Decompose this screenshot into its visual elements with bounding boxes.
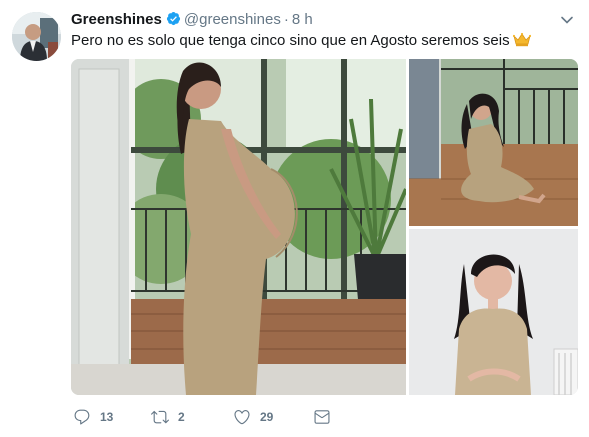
envelope-icon bbox=[314, 410, 330, 424]
author-handle[interactable]: @greenshines bbox=[184, 11, 281, 28]
tweet-timestamp[interactable]: 8 h bbox=[292, 11, 313, 28]
heart-icon bbox=[234, 410, 250, 425]
separator-dot: · bbox=[283, 11, 289, 28]
media-grid[interactable] bbox=[71, 59, 578, 395]
reply-button[interactable]: 13 bbox=[73, 405, 113, 429]
author-name[interactable]: Greenshines bbox=[71, 11, 162, 28]
photo-main[interactable] bbox=[71, 59, 406, 395]
tweet-text: Pero no es solo que tenga cinco sino que… bbox=[71, 31, 569, 52]
chevron-down-icon[interactable] bbox=[559, 12, 575, 28]
like-button[interactable]: 29 bbox=[233, 405, 273, 429]
tweet-text-content: Pero no es solo que tenga cinco sino que… bbox=[71, 32, 510, 49]
photo-top-right[interactable] bbox=[409, 59, 578, 226]
retweet-icon bbox=[151, 410, 169, 424]
like-count: 29 bbox=[260, 410, 274, 424]
direct-message-button[interactable] bbox=[313, 405, 331, 429]
crown-emoji-icon bbox=[512, 32, 531, 52]
verified-badge-icon bbox=[166, 11, 181, 32]
reply-count: 13 bbox=[100, 410, 114, 424]
reply-icon bbox=[74, 409, 90, 425]
retweet-button[interactable]: 2 bbox=[151, 405, 185, 429]
photo-bottom-right[interactable] bbox=[409, 229, 578, 395]
author-avatar[interactable] bbox=[12, 12, 61, 61]
tweet-header: Greenshines @greenshines · 8 h bbox=[71, 10, 569, 30]
retweet-count: 2 bbox=[178, 410, 185, 424]
